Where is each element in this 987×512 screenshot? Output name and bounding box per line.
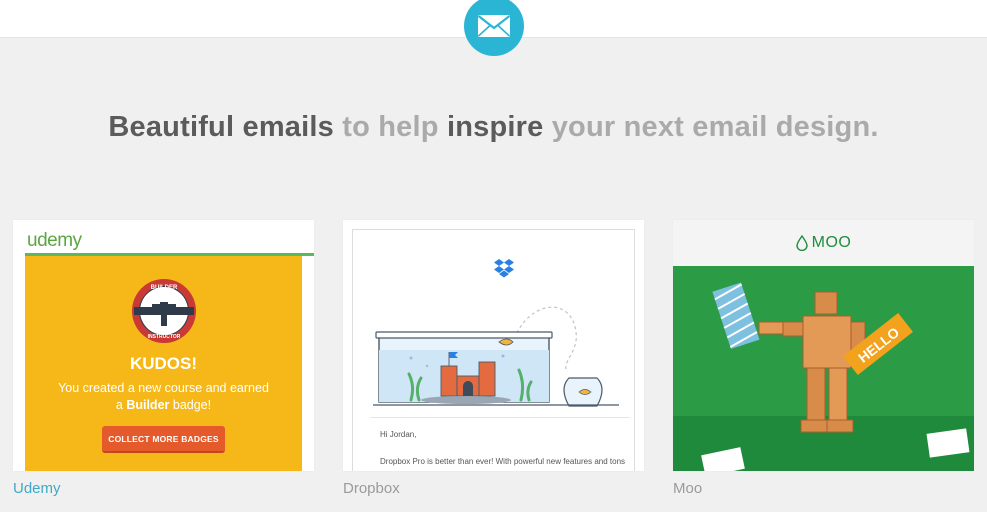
collect-badges-button: COLLECT MORE BADGES bbox=[102, 426, 225, 453]
dropbox-body-text: Dropbox Pro is better than ever! With po… bbox=[380, 457, 626, 471]
headline-strong-1: Beautiful emails bbox=[108, 111, 334, 143]
badge-bottom-label: INSTRUCTOR bbox=[148, 334, 181, 340]
moo-logo: MOO bbox=[811, 234, 852, 251]
dropbox-divider bbox=[370, 417, 630, 418]
udemy-message: You created a new course and earned a Bu… bbox=[25, 380, 302, 414]
page-headline: Beautiful emails to help inspire your ne… bbox=[0, 111, 987, 144]
udemy-message-line2-bold: Builder bbox=[126, 398, 170, 412]
badge-top-label: BUILDER bbox=[151, 285, 178, 291]
udemy-logo: udemy bbox=[27, 230, 82, 251]
email-card-udemy[interactable]: udemy BUILDER INSTRUCTOR KUDOS! You crea… bbox=[13, 220, 314, 471]
card-caption-dropbox[interactable]: Dropbox bbox=[343, 480, 400, 497]
udemy-email-header: udemy bbox=[25, 220, 314, 256]
card-caption-moo[interactable]: Moo bbox=[673, 480, 702, 497]
builder-badge-icon: BUILDER INSTRUCTOR bbox=[132, 279, 196, 343]
email-card-moo[interactable]: MOO HELLO bbox=[673, 220, 974, 471]
card-caption-udemy[interactable]: Udemy bbox=[13, 480, 61, 497]
moo-email-header: MOO bbox=[673, 220, 974, 266]
udemy-message-line2-post: badge! bbox=[169, 398, 212, 412]
email-card-dropbox[interactable]: Hi Jordan, Dropbox Pro is better than ev… bbox=[343, 220, 644, 471]
dropbox-greeting: Hi Jordan, bbox=[380, 430, 417, 439]
udemy-message-line1: You created a new course and earned bbox=[58, 381, 269, 395]
headline-text-1: to help bbox=[333, 111, 447, 143]
envelope-icon bbox=[464, 0, 524, 56]
wooden-robot-image: HELLO bbox=[673, 266, 974, 471]
dropbox-icon bbox=[494, 259, 514, 278]
udemy-message-line2-pre: a bbox=[115, 398, 127, 412]
moo-hero-image: HELLO bbox=[673, 266, 974, 471]
headline-text-2: your next email design. bbox=[543, 111, 879, 143]
drop-icon bbox=[795, 235, 808, 251]
headline-strong-2: inspire bbox=[446, 111, 544, 143]
udemy-title: KUDOS! bbox=[129, 354, 198, 373]
udemy-email-body: BUILDER INSTRUCTOR KUDOS! You created a … bbox=[25, 256, 302, 471]
aquarium-illustration bbox=[373, 306, 619, 407]
dropbox-email-frame: Hi Jordan, Dropbox Pro is better than ev… bbox=[352, 229, 635, 471]
